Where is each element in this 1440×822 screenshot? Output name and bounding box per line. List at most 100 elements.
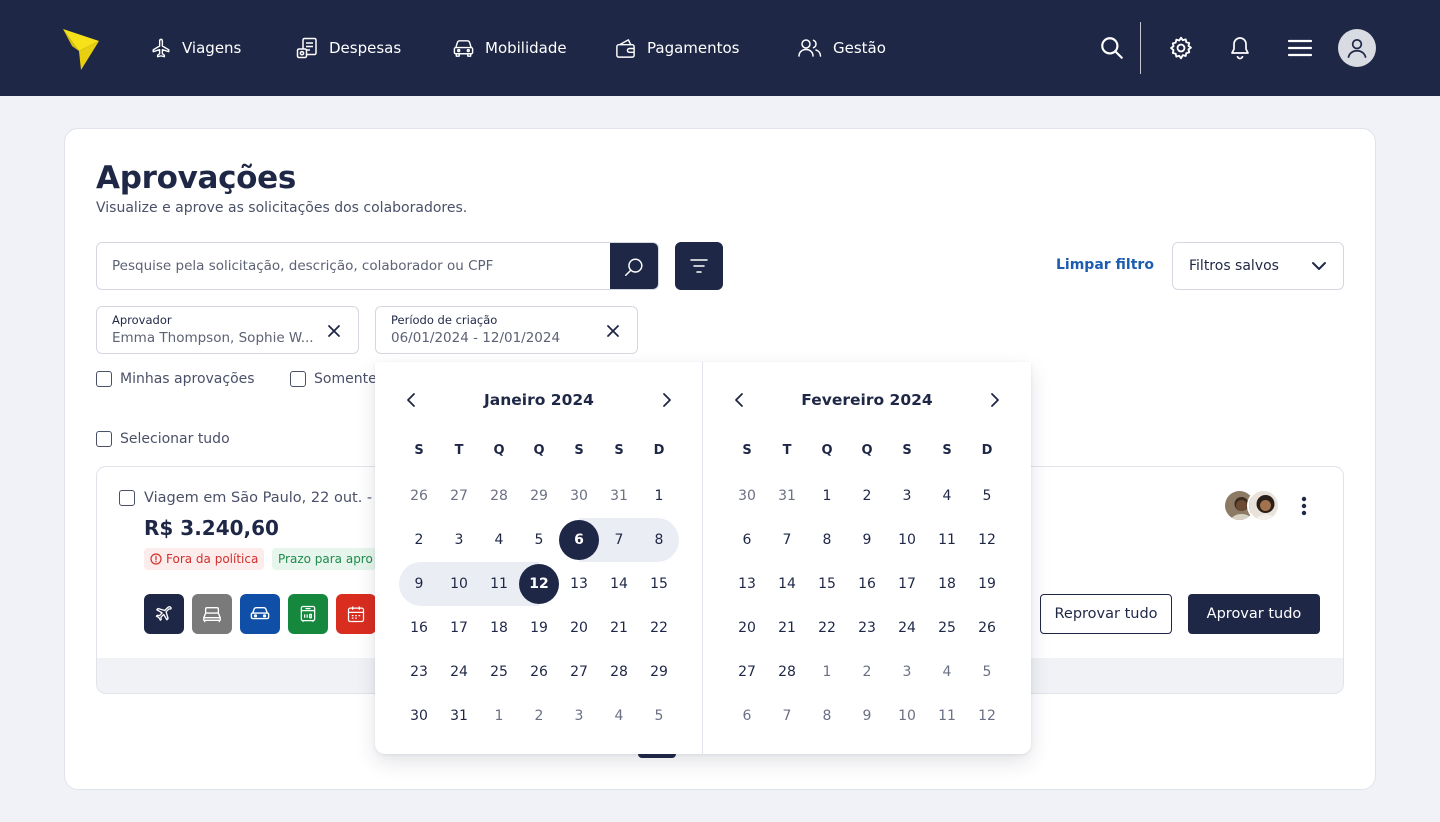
calendar-day[interactable]: 2: [399, 518, 439, 562]
calendar-day[interactable]: 25: [479, 650, 519, 694]
notifications-button[interactable]: [1225, 32, 1255, 64]
calendar-day[interactable]: 18: [927, 562, 967, 606]
calendar-day[interactable]: 4: [927, 474, 967, 518]
settings-button[interactable]: [1166, 32, 1196, 64]
calendar-day[interactable]: 30: [399, 694, 439, 738]
calendar-day[interactable]: 3: [559, 694, 599, 738]
reject-all-button[interactable]: Reprovar tudo: [1040, 594, 1172, 634]
next-month-button[interactable]: [983, 388, 1007, 412]
checkbox[interactable]: [290, 371, 306, 387]
calendar-day[interactable]: 5: [639, 694, 679, 738]
next-month-button[interactable]: [655, 388, 679, 412]
calendar-day[interactable]: 1: [639, 474, 679, 518]
calendar-day[interactable]: 2: [519, 694, 559, 738]
calendar-day[interactable]: 9: [847, 694, 887, 738]
approve-all-button[interactable]: Aprovar tudo: [1188, 594, 1320, 634]
calendar-day[interactable]: 6: [727, 694, 767, 738]
calendar-day[interactable]: 17: [439, 606, 479, 650]
calendar-day[interactable]: 3: [439, 518, 479, 562]
menu-button[interactable]: [1285, 32, 1315, 64]
calendar-day[interactable]: 31: [439, 694, 479, 738]
calendar-day[interactable]: 10: [887, 518, 927, 562]
calendar-day[interactable]: 23: [399, 650, 439, 694]
user-avatar[interactable]: [1338, 29, 1376, 67]
calendar-day-range-end[interactable]: 12: [519, 562, 559, 606]
calendar-day[interactable]: 20: [727, 606, 767, 650]
calendar-day[interactable]: 28: [599, 650, 639, 694]
calendar-day[interactable]: 22: [807, 606, 847, 650]
nav-item-despesas[interactable]: Despesas: [295, 35, 401, 61]
service-flight-button[interactable]: [144, 594, 184, 634]
calendar-day[interactable]: 22: [639, 606, 679, 650]
nav-item-gestao[interactable]: Gestão: [797, 35, 886, 61]
calendar-day[interactable]: 12: [967, 694, 1007, 738]
calendar-day[interactable]: 16: [847, 562, 887, 606]
calendar-day[interactable]: 21: [767, 606, 807, 650]
filter-button[interactable]: [675, 242, 723, 290]
service-hotel-button[interactable]: [192, 594, 232, 634]
checkbox[interactable]: [96, 431, 112, 447]
calendar-day[interactable]: 3: [887, 474, 927, 518]
calendar-day[interactable]: 24: [887, 606, 927, 650]
calendar-day[interactable]: 6: [727, 518, 767, 562]
calendar-day[interactable]: 4: [479, 518, 519, 562]
request-title[interactable]: Viagem em São Paulo, 22 out. - 2: [144, 490, 386, 506]
calendar-day[interactable]: 10: [887, 694, 927, 738]
calendar-day[interactable]: 5: [967, 474, 1007, 518]
calendar-day[interactable]: 28: [479, 474, 519, 518]
remove-filter-button[interactable]: [605, 323, 621, 339]
calendar-day[interactable]: 18: [479, 606, 519, 650]
calendar-day-in-range[interactable]: 11: [479, 562, 519, 606]
calendar-day[interactable]: 27: [559, 650, 599, 694]
calendar-day[interactable]: 21: [599, 606, 639, 650]
calendar-day[interactable]: 11: [927, 694, 967, 738]
request-checkbox[interactable]: [119, 490, 135, 506]
calendar-day[interactable]: 26: [399, 474, 439, 518]
service-bus-button[interactable]: [288, 594, 328, 634]
calendar-day[interactable]: 5: [967, 650, 1007, 694]
calendar-day-in-range[interactable]: 8: [639, 518, 679, 562]
approver-filter-chip[interactable]: Aprovador Emma Thompson, Sophie W...: [96, 306, 359, 354]
calendar-day[interactable]: 8: [807, 694, 847, 738]
calendar-day-in-range[interactable]: 7: [599, 518, 639, 562]
creation-period-filter-chip[interactable]: Período de criação 06/01/2024 - 12/01/20…: [375, 306, 638, 354]
calendar-day[interactable]: 13: [727, 562, 767, 606]
calendar-day[interactable]: 4: [927, 650, 967, 694]
calendar-day[interactable]: 1: [807, 650, 847, 694]
calendar-day[interactable]: 23: [847, 606, 887, 650]
calendar-day[interactable]: 26: [519, 650, 559, 694]
calendar-day[interactable]: 7: [767, 518, 807, 562]
calendar-day[interactable]: 9: [847, 518, 887, 562]
calendar-day[interactable]: 17: [887, 562, 927, 606]
search-input[interactable]: [97, 243, 610, 289]
approvers-avatar-group[interactable]: [1223, 489, 1283, 523]
calendar-day[interactable]: 15: [807, 562, 847, 606]
calendar-day[interactable]: 2: [847, 474, 887, 518]
calendar-day[interactable]: 19: [967, 562, 1007, 606]
calendar-day[interactable]: 3: [887, 650, 927, 694]
calendar-day-in-range[interactable]: 10: [439, 562, 479, 606]
calendar-day[interactable]: 16: [399, 606, 439, 650]
calendar-day[interactable]: 12: [967, 518, 1007, 562]
calendar-day[interactable]: 30: [727, 474, 767, 518]
calendar-day-range-start[interactable]: 6: [559, 518, 599, 562]
nav-item-mobilidade[interactable]: Mobilidade: [452, 35, 567, 61]
only-checkbox[interactable]: Somente: [290, 371, 377, 387]
calendar-day[interactable]: 7: [767, 694, 807, 738]
remove-filter-button[interactable]: [326, 323, 342, 339]
calendar-day[interactable]: 31: [767, 474, 807, 518]
logo[interactable]: [62, 24, 100, 72]
calendar-day[interactable]: 1: [807, 474, 847, 518]
my-approvals-checkbox[interactable]: Minhas aprovações: [96, 371, 255, 387]
calendar-day[interactable]: 5: [519, 518, 559, 562]
calendar-day[interactable]: 31: [599, 474, 639, 518]
calendar-day[interactable]: 15: [639, 562, 679, 606]
calendar-day[interactable]: 19: [519, 606, 559, 650]
service-event-button[interactable]: [336, 594, 376, 634]
calendar-day[interactable]: 14: [767, 562, 807, 606]
calendar-day[interactable]: 8: [807, 518, 847, 562]
nav-item-viagens[interactable]: Viagens: [150, 35, 241, 61]
select-all-checkbox[interactable]: Selecionar tudo: [96, 431, 230, 447]
calendar-day[interactable]: 26: [967, 606, 1007, 650]
calendar-day[interactable]: 27: [439, 474, 479, 518]
